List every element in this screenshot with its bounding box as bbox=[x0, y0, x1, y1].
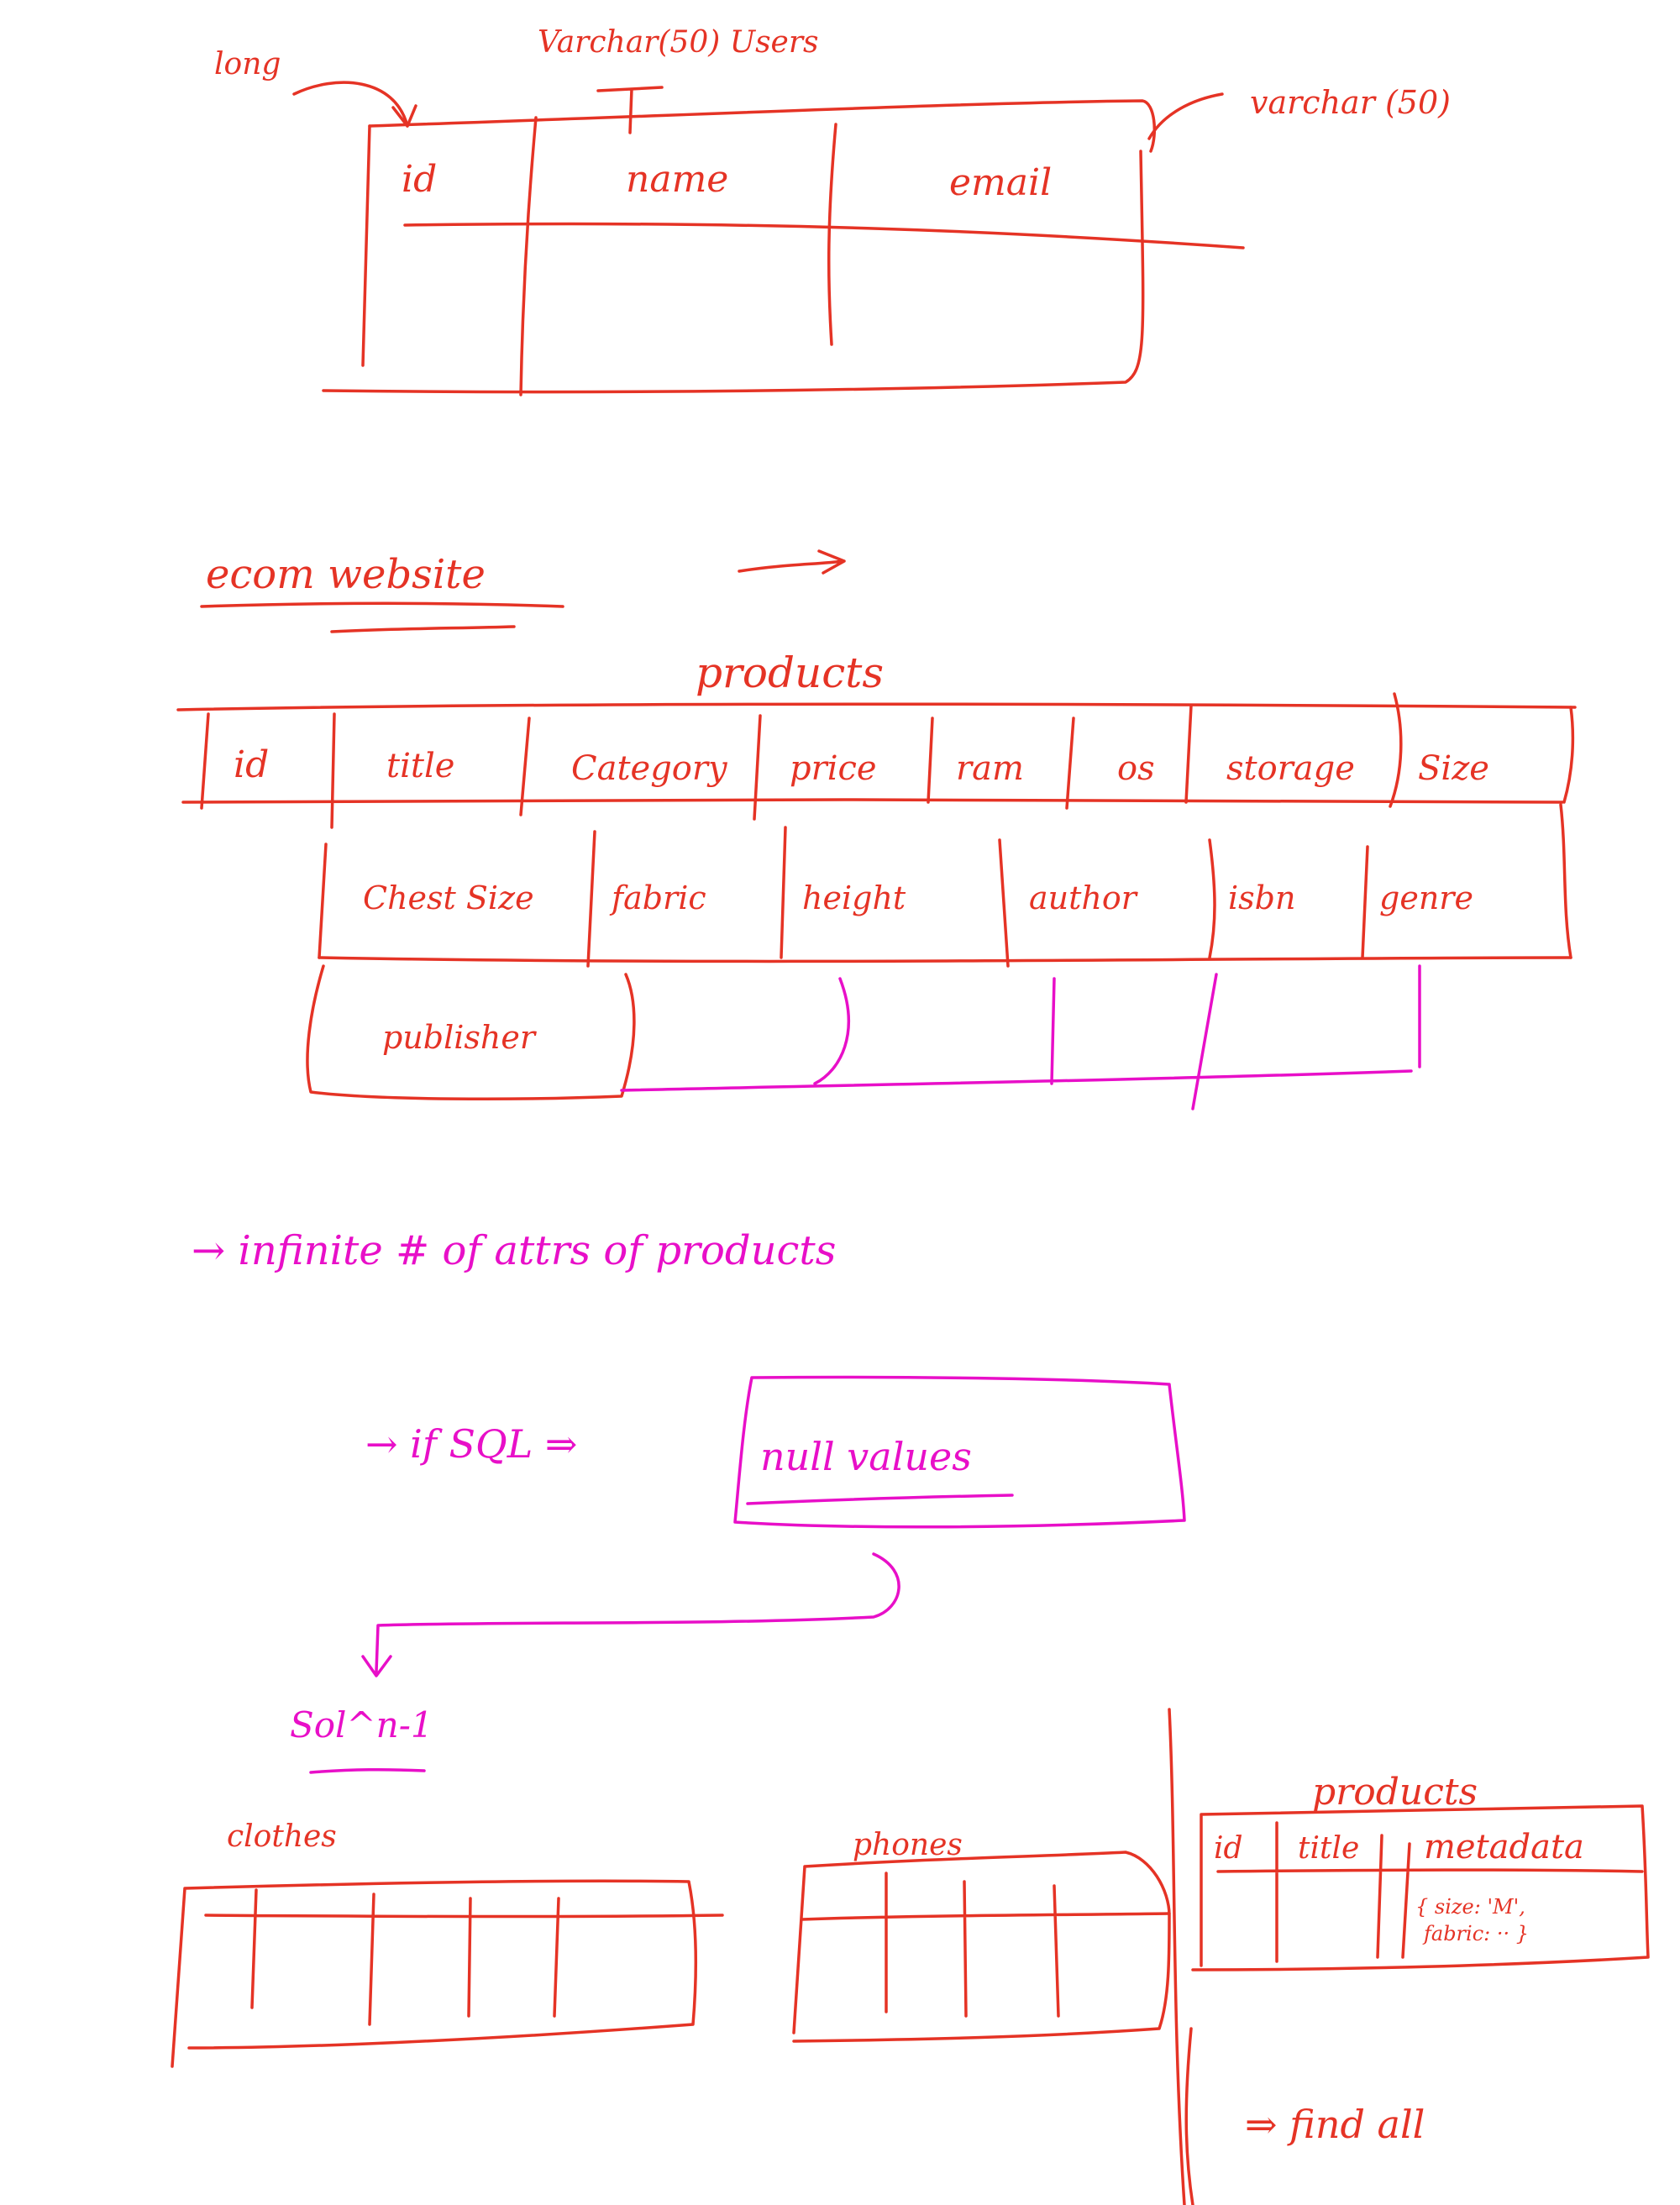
ecom-heading: ecom website bbox=[206, 551, 486, 598]
ecom-row2-bottom bbox=[318, 956, 1572, 963]
users-note-varchar: Varchar(50) Users bbox=[538, 25, 819, 60]
ecom-col-publisher: publisher bbox=[382, 1019, 538, 1056]
users-col-email: email bbox=[949, 161, 1052, 204]
ecom-section: ecom website products id title Category … bbox=[176, 549, 1577, 1110]
ecom-col-isbn: isbn bbox=[1228, 879, 1295, 916]
ecom-col-os: os bbox=[1117, 749, 1155, 788]
users-table-left-border bbox=[361, 124, 371, 367]
users-note-varchar50: varchar (50) bbox=[1250, 84, 1451, 121]
notes-section: → infinite # of attrs of products → if S… bbox=[192, 1227, 1186, 1774]
users-note-long: long bbox=[214, 47, 281, 81]
clothes-table bbox=[171, 1879, 698, 2068]
note-infinite-attrs: → infinite # of attrs of products bbox=[192, 1227, 836, 1274]
ecom-col-price: price bbox=[790, 749, 877, 788]
metadata-example-line2: fabric: ·· } bbox=[1422, 1922, 1529, 1945]
users-col-divider-2 bbox=[827, 123, 837, 346]
ecom-row1-bottom bbox=[181, 798, 1564, 804]
ecom-col-category: Category bbox=[571, 749, 728, 788]
long-arrow bbox=[292, 81, 409, 128]
note-null-values: null values bbox=[760, 1434, 972, 1479]
ecom-col-size: Size bbox=[1418, 749, 1489, 788]
ecom-underline-1 bbox=[200, 601, 564, 608]
phones-table bbox=[792, 1851, 1171, 2043]
ecom-table-title: products bbox=[696, 648, 884, 697]
products-table-title: products bbox=[1312, 1771, 1478, 1814]
ecom-underline-2 bbox=[330, 625, 516, 633]
users-col-divider-1 bbox=[519, 116, 538, 396]
ecom-col-storage: storage bbox=[1226, 749, 1355, 788]
note-if-sql: → if SQL ⇒ bbox=[365, 1421, 577, 1467]
users-table-header-divider bbox=[403, 222, 1245, 249]
users-col-id: id bbox=[402, 158, 437, 201]
whiteboard-canvas: id name email long Varchar(50) Users var… bbox=[171, 25, 1650, 2205]
bottom-section: clothes phones products id title metadat… bbox=[171, 1708, 1650, 2205]
clothes-label: clothes bbox=[227, 1819, 337, 1854]
phones-table-inner bbox=[801, 1872, 1171, 2018]
users-col-name: name bbox=[626, 158, 728, 201]
products-col-title: title bbox=[1298, 1831, 1359, 1866]
sol1-underline bbox=[309, 1767, 426, 1774]
null-values-underline bbox=[746, 1494, 1014, 1505]
note-find-all: ⇒ find all bbox=[1245, 2102, 1425, 2147]
ecom-row1-right bbox=[1562, 706, 1575, 804]
metadata-example-line1: { size: 'M', bbox=[1415, 1895, 1525, 1919]
phones-label: phones bbox=[853, 1828, 963, 1862]
products-col-metadata: metadata bbox=[1424, 1828, 1584, 1866]
ecom-col-title: title bbox=[386, 747, 454, 785]
ecom-col-chest-size: Chest Size bbox=[363, 879, 534, 916]
users-table: id name email long Varchar(50) Users var… bbox=[214, 25, 1451, 396]
note-sol1: Sol^n-1 bbox=[290, 1704, 433, 1746]
ecom-col-id: id bbox=[234, 743, 269, 786]
clothes-table-inner bbox=[204, 1888, 724, 2026]
ecom-row1-top bbox=[176, 702, 1577, 711]
ecom-col-fabric: fabric bbox=[609, 879, 706, 916]
ecom-col-ram: ram bbox=[956, 749, 1024, 788]
ecom-col-genre: genre bbox=[1379, 879, 1473, 916]
ecom-col-author: author bbox=[1029, 879, 1139, 916]
sol-arrow bbox=[361, 1552, 900, 1677]
ecom-col-height: height bbox=[802, 879, 906, 916]
products-col-id: id bbox=[1214, 1831, 1243, 1866]
varchar-pointer bbox=[596, 86, 664, 134]
users-table-top-border bbox=[368, 99, 1157, 153]
divider-vertical bbox=[1168, 1708, 1194, 2205]
ecom-arrow bbox=[738, 549, 846, 575]
ecom-empty-cells-lines bbox=[620, 964, 1421, 1110]
ecom-row1-left bbox=[200, 712, 210, 810]
varchar50-arrow bbox=[1147, 92, 1224, 140]
